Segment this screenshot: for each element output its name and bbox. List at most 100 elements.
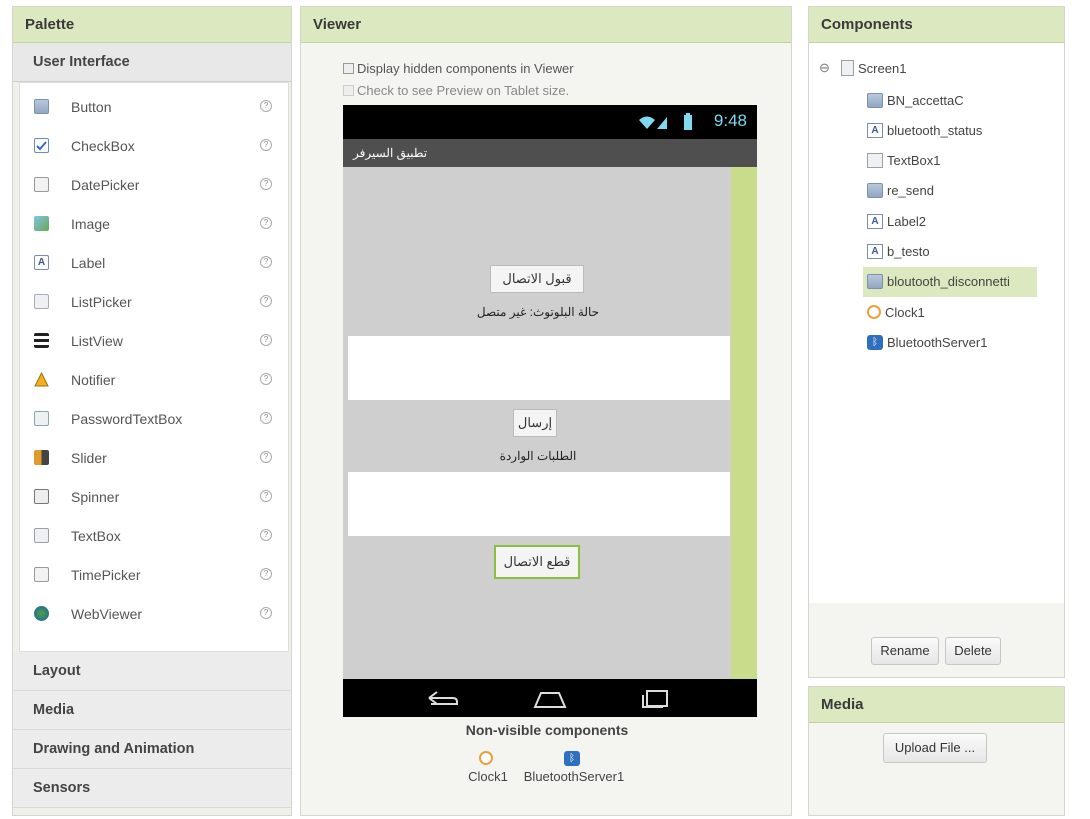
screen-scrollbar[interactable] [731,167,757,679]
tree-item-bn_accettac[interactable]: BN_accettaC [863,85,964,115]
viewer-panel: Viewer Display hidden components in View… [300,6,792,816]
display-hidden-checkbox-row[interactable]: Display hidden components in Viewer [343,61,574,76]
accept-connection-button[interactable]: قبول الاتصال [490,265,584,293]
non-visible-title: Non-visible components [465,722,629,738]
textbox-icon [34,528,49,543]
help-icon[interactable]: ? [260,100,272,112]
palette-item-label: Button [71,98,112,115]
label-icon: A [34,255,49,270]
palette-item-timepicker[interactable]: TimePicker? [20,555,288,594]
tablet-preview-checkbox[interactable] [343,85,354,96]
category-user-interface[interactable]: User Interface [13,43,291,82]
palette-item-textbox[interactable]: TextBox? [20,516,288,555]
palette-item-button[interactable]: Button? [20,87,288,126]
bluetooth-icon: ᛒ [867,334,883,350]
tree-item-label2[interactable]: A Label2 [863,206,926,236]
app-title-bar: تطبيق السيرفر [343,139,757,167]
help-icon[interactable]: ? [260,295,272,307]
category-sensors[interactable]: Sensors [13,769,291,808]
palette-item-notifier[interactable]: Notifier? [20,360,288,399]
help-icon[interactable]: ? [260,373,272,385]
phone-clock: 9:48 [713,111,747,130]
palette-item-label: WebViewer [71,605,143,622]
components-panel: Components ⊖ Screen1 BN_accettaC Abluetoo… [808,6,1065,678]
tree-item-bluetoothserver1[interactable]: ᛒ BluetoothServer1 [863,327,987,357]
category-media[interactable]: Media [13,691,291,730]
help-icon[interactable]: ? [260,334,272,346]
notifier-icon [34,371,49,387]
help-icon[interactable]: ? [260,490,272,502]
help-icon[interactable]: ? [260,607,272,619]
palette-item-label: TimePicker [71,566,141,583]
help-icon[interactable]: ? [260,412,272,424]
battery-icon [684,113,692,130]
help-icon[interactable]: ? [260,568,272,580]
display-hidden-label: Display hidden components in Viewer [357,61,574,76]
incoming-text-area [348,472,730,536]
button-icon [867,92,883,108]
palette-item-datepicker[interactable]: DatePicker? [20,165,288,204]
tree-item-label: re_send [887,183,934,199]
recents-icon[interactable] [639,687,673,709]
tree-item-label: bluetooth_status [887,122,983,138]
home-icon[interactable] [531,687,569,709]
palette-item-label: ListView [71,332,123,349]
button-icon [34,99,49,114]
palette-item-listview[interactable]: ListView? [20,321,288,360]
palette-item-checkbox[interactable]: CheckBox? [20,126,288,165]
image-icon [34,216,49,231]
clock-icon [479,751,493,765]
help-icon[interactable]: ? [260,529,272,541]
help-icon[interactable]: ? [260,178,272,190]
nonvisible-bluetoothserver1-label: BluetoothServer1 [523,769,625,784]
help-icon[interactable]: ? [260,256,272,268]
media-title: Media [809,687,1064,723]
tree-item-re_send[interactable]: re_send [863,176,934,206]
disconnect-button[interactable]: قطع الاتصال [494,545,580,579]
delete-button[interactable]: Delete [945,637,1001,665]
palette-item-label: Slider [71,449,107,466]
spinner-icon [34,489,49,504]
send-button[interactable]: إرسال [513,409,557,437]
category-drawing-and-animation[interactable]: Drawing and Animation [13,730,291,769]
rename-button[interactable]: Rename [871,637,939,665]
tree-root-screen1[interactable]: ⊖ Screen1 [819,53,906,83]
palette-item-label: Image [71,215,110,232]
palette-item-listpicker[interactable]: ListPicker? [20,282,288,321]
tree-item-label: BluetoothServer1 [887,334,988,350]
label-icon: A [867,122,883,138]
palette-item-webviewer[interactable]: WebViewer? [20,594,288,633]
back-icon[interactable] [425,689,459,707]
palette-item-slider[interactable]: Slider? [20,438,288,477]
palette-item-spinner[interactable]: Spinner? [20,477,288,516]
tablet-preview-label: Check to see Preview on Tablet size. [357,83,570,98]
help-icon[interactable]: ? [260,139,272,151]
tree-item-textbox1[interactable]: TextBox1 [863,146,940,176]
app-textbox-1[interactable] [348,336,730,400]
help-icon[interactable]: ? [260,451,272,463]
palette-item-passwordtextbox[interactable]: PasswordTextBox? [20,399,288,438]
tree-item-bloutooth_disconnetti[interactable]: bloutooth_disconnetti [863,266,1037,297]
category-layout[interactable]: Layout [13,652,291,691]
palette-item-image[interactable]: Image? [20,204,288,243]
nonvisible-clock1[interactable]: Clock1 [463,751,513,784]
datepicker-icon [34,177,49,192]
app-screen: قبول الاتصال حالة البلوتوث: غير متصل إرس… [343,167,731,679]
palette-item-label: ListPicker [71,293,132,310]
incoming-requests-label: الطلبات الواردة [499,449,577,463]
collapse-icon[interactable]: ⊖ [819,60,837,76]
tree-item-bluetooth_status[interactable]: Abluetooth_status [863,115,982,145]
help-icon[interactable]: ? [260,217,272,229]
viewer-title: Viewer [301,7,791,43]
tree-item-clock1[interactable]: Clock1 [863,297,925,327]
nonvisible-clock1-label: Clock1 [468,769,508,784]
upload-file-button[interactable]: Upload File ... [883,733,987,763]
clock-icon [867,305,881,320]
tree-item-label: bloutooth_disconnetti [887,274,1010,290]
tree-item-b_testo[interactable]: Ab_testo [863,237,930,267]
palette-item-label[interactable]: A Label? [20,243,288,282]
nonvisible-bluetoothserver1[interactable]: ᛒ BluetoothServer1 [514,751,634,784]
tablet-preview-checkbox-row[interactable]: Check to see Preview on Tablet size. [343,83,569,98]
tree-item-label: Clock1 [885,304,925,320]
display-hidden-checkbox[interactable] [343,63,354,74]
